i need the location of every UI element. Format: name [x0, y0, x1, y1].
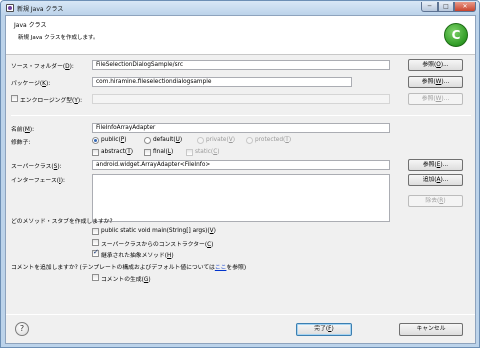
- add-interface-button[interactable]: 追加(A)...: [408, 174, 463, 186]
- inherited-methods-checkbox[interactable]: [92, 248, 99, 257]
- help-icon[interactable]: ?: [15, 322, 29, 336]
- separator: [11, 115, 471, 116]
- stubs-question: どのメソッド・スタブを作成しますか?: [11, 219, 113, 225]
- browse-superclass-button[interactable]: 参照(E)...: [408, 159, 463, 171]
- generate-comments-label: コメントの生成(G): [101, 277, 151, 283]
- browse-source-button[interactable]: 参照(O)...: [408, 59, 463, 71]
- public-radio[interactable]: [92, 137, 99, 144]
- class-name-input[interactable]: FileInfoArrayAdapter: [92, 123, 390, 133]
- default-radio[interactable]: [144, 137, 151, 144]
- source-folder-label: ソース・フォルダー(D):: [11, 64, 74, 70]
- template-link[interactable]: ここ: [215, 265, 227, 271]
- modifiers-label: 修飾子:: [11, 140, 31, 146]
- title-bar[interactable]: 新規 Java クラス ─ □ ✕: [1, 1, 479, 15]
- superclass-input[interactable]: android.widget.ArrayAdapter<FileInfo>: [92, 160, 390, 170]
- public-label: public(P): [101, 137, 127, 143]
- class-wizard-icon: C: [444, 23, 468, 47]
- eclipse-icon: [6, 4, 14, 12]
- wizard-header: Java クラス 新規 Java クラスを作成します。 C: [6, 16, 475, 55]
- inherited-methods-label: 継承された抽象メソッド(H): [101, 253, 174, 259]
- maximize-button[interactable]: □: [438, 2, 454, 12]
- protected-radio: [246, 137, 253, 144]
- dialog-body: Java クラス 新規 Java クラスを作成します。 C ソース・フォルダー(…: [5, 15, 476, 344]
- interfaces-list[interactable]: [92, 174, 390, 222]
- finish-button[interactable]: 完了(F): [296, 323, 352, 336]
- window-title: 新規 Java クラス: [17, 6, 64, 13]
- cancel-button[interactable]: キャンセル: [399, 323, 463, 336]
- page-title: Java クラス: [14, 22, 47, 29]
- package-input[interactable]: com.hiramine.fileselectiondialogsample: [92, 77, 352, 87]
- generate-comments-checkbox[interactable]: [92, 274, 99, 281]
- name-label: 名前(M):: [11, 127, 35, 133]
- private-label: private(V): [206, 137, 235, 143]
- constructors-label: スーパークラスからのコンストラクター(C): [101, 242, 214, 248]
- enclosing-type-input: [92, 94, 390, 104]
- enclosing-type-label: エンクロージング型(Y):: [20, 98, 83, 104]
- constructors-checkbox[interactable]: [92, 239, 99, 246]
- interfaces-label: インターフェース(I):: [11, 178, 65, 184]
- source-folder-input[interactable]: FileSelectionDialogSample/src: [92, 60, 390, 70]
- footer-separator: [6, 314, 475, 315]
- private-radio: [197, 137, 204, 144]
- comments-question: コメントを追加しますか? (テンプレートの構成およびデフォルト値についてはここを…: [11, 265, 247, 271]
- abstract-label: abstract(T): [101, 149, 133, 155]
- default-label: default(U): [153, 137, 183, 143]
- wizard-window: 新規 Java クラス ─ □ ✕ Java クラス 新規 Java クラスを作…: [0, 0, 480, 348]
- browse-package-button[interactable]: 参照(W)...: [408, 76, 463, 88]
- final-checkbox[interactable]: [144, 149, 151, 156]
- main-method-label: public static void main(String[] args)(V…: [101, 228, 216, 234]
- enclosing-type-checkbox[interactable]: [11, 95, 18, 102]
- package-label: パッケージ(K):: [11, 81, 51, 87]
- remove-interface-button: 除去(R): [408, 195, 463, 207]
- close-button[interactable]: ✕: [454, 2, 476, 12]
- final-label: final(L): [153, 149, 174, 155]
- page-description: 新規 Java クラスを作成します。: [18, 35, 99, 41]
- static-checkbox: [186, 149, 193, 156]
- protected-label: protected(T): [255, 137, 292, 143]
- static-label: static(C): [195, 149, 220, 155]
- main-method-checkbox[interactable]: [92, 228, 99, 235]
- minimize-button[interactable]: ─: [421, 2, 438, 12]
- browse-enclosing-button: 参照(W)...: [408, 93, 463, 105]
- abstract-checkbox[interactable]: [92, 149, 99, 156]
- superclass-label: スーパークラス(S):: [11, 164, 62, 170]
